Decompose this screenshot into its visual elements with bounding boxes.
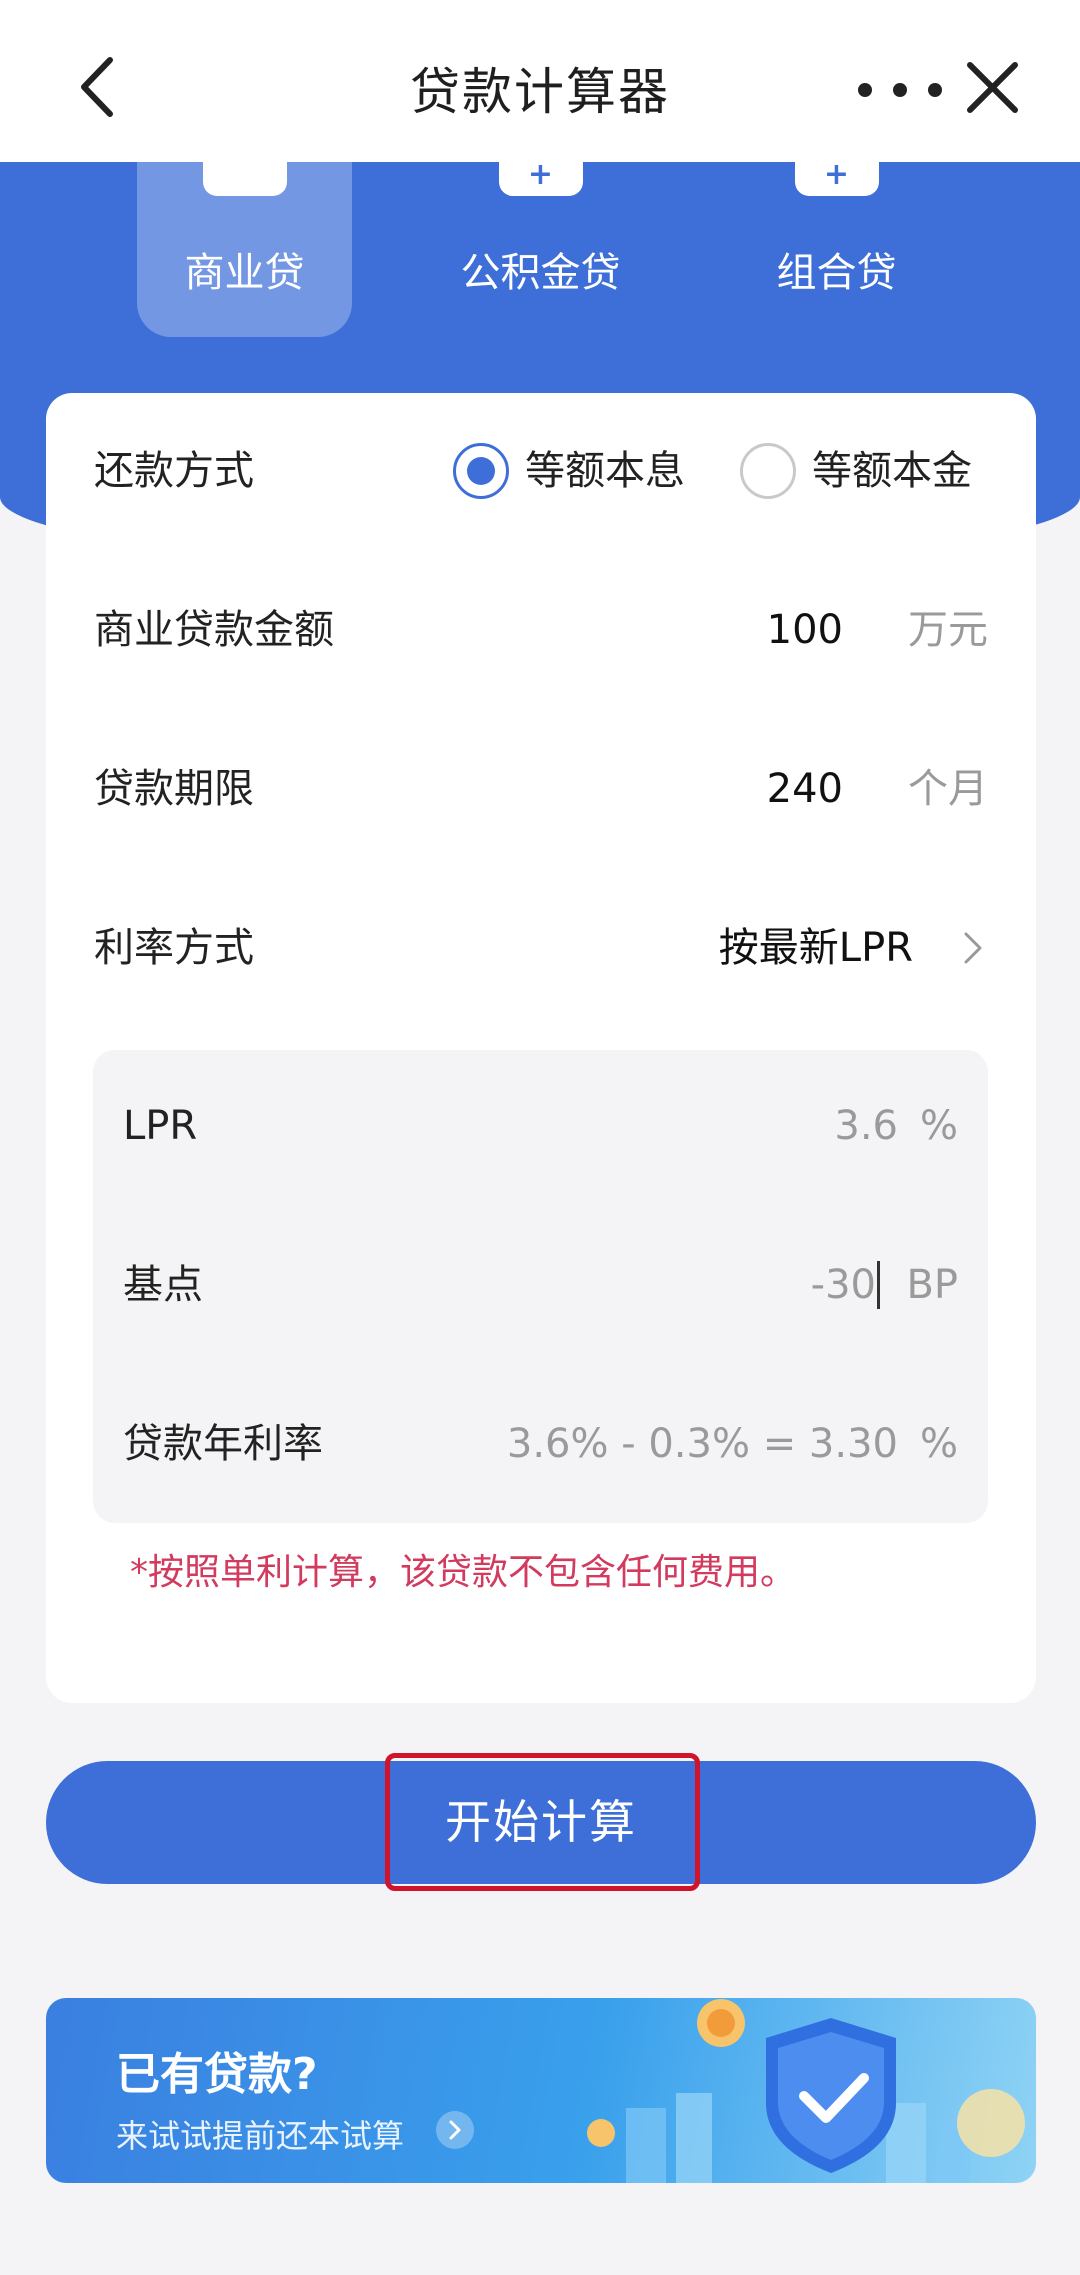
option-equal-principal-label[interactable]: 等额本金 bbox=[812, 431, 972, 511]
basis-points-input[interactable]: -30 bbox=[811, 1245, 876, 1325]
annual-rate-row: 贷款年利率 3.6% - 0.3% = 3.30 % bbox=[123, 1404, 958, 1484]
top-bar: 贷款计算器 bbox=[0, 0, 1080, 162]
lpr-input[interactable]: 3.6 bbox=[834, 1086, 898, 1166]
rate-mode-label: 利率方式 bbox=[94, 925, 254, 971]
tab-provident-fund-loan[interactable]: + 公积金贷 bbox=[433, 160, 648, 337]
shield-illustration-icon bbox=[587, 1999, 1025, 2183]
tab-label: 商业贷 bbox=[184, 250, 305, 296]
loan-term-label: 贷款期限 bbox=[94, 766, 254, 812]
banner-subtitle[interactable]: 来试试提前还本试算 bbox=[116, 2111, 404, 2157]
loan-term-input[interactable]: 240 bbox=[767, 749, 843, 829]
loan-amount-unit: 万元 bbox=[908, 607, 988, 653]
option-equal-installment-label[interactable]: 等额本息 bbox=[525, 431, 685, 511]
loan-form-card: 还款方式 等额本息 等额本金 商业贷款金额 100 万元 贷款期限 240 个月… bbox=[46, 393, 1036, 1703]
lpr-row: LPR 3.6 % bbox=[123, 1086, 958, 1166]
repayment-method-row: 还款方式 等额本息 等额本金 bbox=[94, 431, 988, 511]
basis-points-row: 基点 -30 BP bbox=[123, 1245, 958, 1325]
highlight-box bbox=[385, 1753, 700, 1891]
more-horizontal-icon[interactable] bbox=[845, 70, 955, 110]
close-icon[interactable] bbox=[960, 55, 1025, 120]
annual-rate-label: 贷款年利率 bbox=[123, 1421, 323, 1467]
rate-mode-value[interactable]: 按最新LPR bbox=[719, 908, 913, 988]
repayment-method-options: 等额本息 等额本金 bbox=[453, 431, 988, 511]
radio-equal-installment[interactable] bbox=[453, 443, 509, 499]
annual-rate-unit: % bbox=[919, 1421, 958, 1467]
chevron-right-icon[interactable] bbox=[958, 930, 988, 966]
tab-commercial-loan[interactable]: 商业贷 bbox=[137, 162, 352, 337]
annual-rate-value: 3.6% - 0.3% = 3.30 bbox=[506, 1421, 898, 1467]
tab-label: 组合贷 bbox=[776, 250, 897, 296]
disclaimer-note: *按照单利计算，该贷款不包含任何费用。 bbox=[130, 1552, 797, 1593]
banner-title: 已有贷款? bbox=[116, 2049, 318, 2100]
tab-label: 公积金贷 bbox=[460, 250, 621, 296]
repayment-method-label: 还款方式 bbox=[94, 448, 254, 494]
tab-combined-loan[interactable]: + 组合贷 bbox=[729, 160, 944, 337]
provident-fund-icon: + bbox=[498, 160, 583, 196]
radio-equal-principal[interactable] bbox=[740, 443, 796, 499]
loan-term-row: 贷款期限 240 个月 bbox=[94, 749, 988, 829]
commercial-loan-icon bbox=[202, 162, 287, 196]
basis-points-unit: BP bbox=[906, 1262, 958, 1308]
loan-term-unit: 个月 bbox=[908, 766, 988, 812]
chevron-right-icon[interactable] bbox=[436, 2111, 474, 2149]
rate-mode-row[interactable]: 利率方式 按最新LPR bbox=[94, 908, 988, 988]
text-cursor bbox=[877, 1261, 880, 1309]
loan-amount-row: 商业贷款金额 100 万元 bbox=[94, 590, 988, 670]
basis-points-label: 基点 bbox=[123, 1262, 203, 1308]
combined-loan-icon: + bbox=[794, 160, 879, 196]
lpr-unit: % bbox=[919, 1103, 958, 1149]
prepayment-banner[interactable]: 已有贷款? 来试试提前还本试算 bbox=[46, 1998, 1036, 2183]
loan-amount-input[interactable]: 100 bbox=[767, 590, 843, 670]
rate-details-box: LPR 3.6 % 基点 -30 BP 贷款年利率 3.6% - 0.3% = … bbox=[93, 1050, 988, 1523]
loan-amount-label: 商业贷款金额 bbox=[94, 607, 334, 653]
lpr-label: LPR bbox=[123, 1103, 198, 1149]
